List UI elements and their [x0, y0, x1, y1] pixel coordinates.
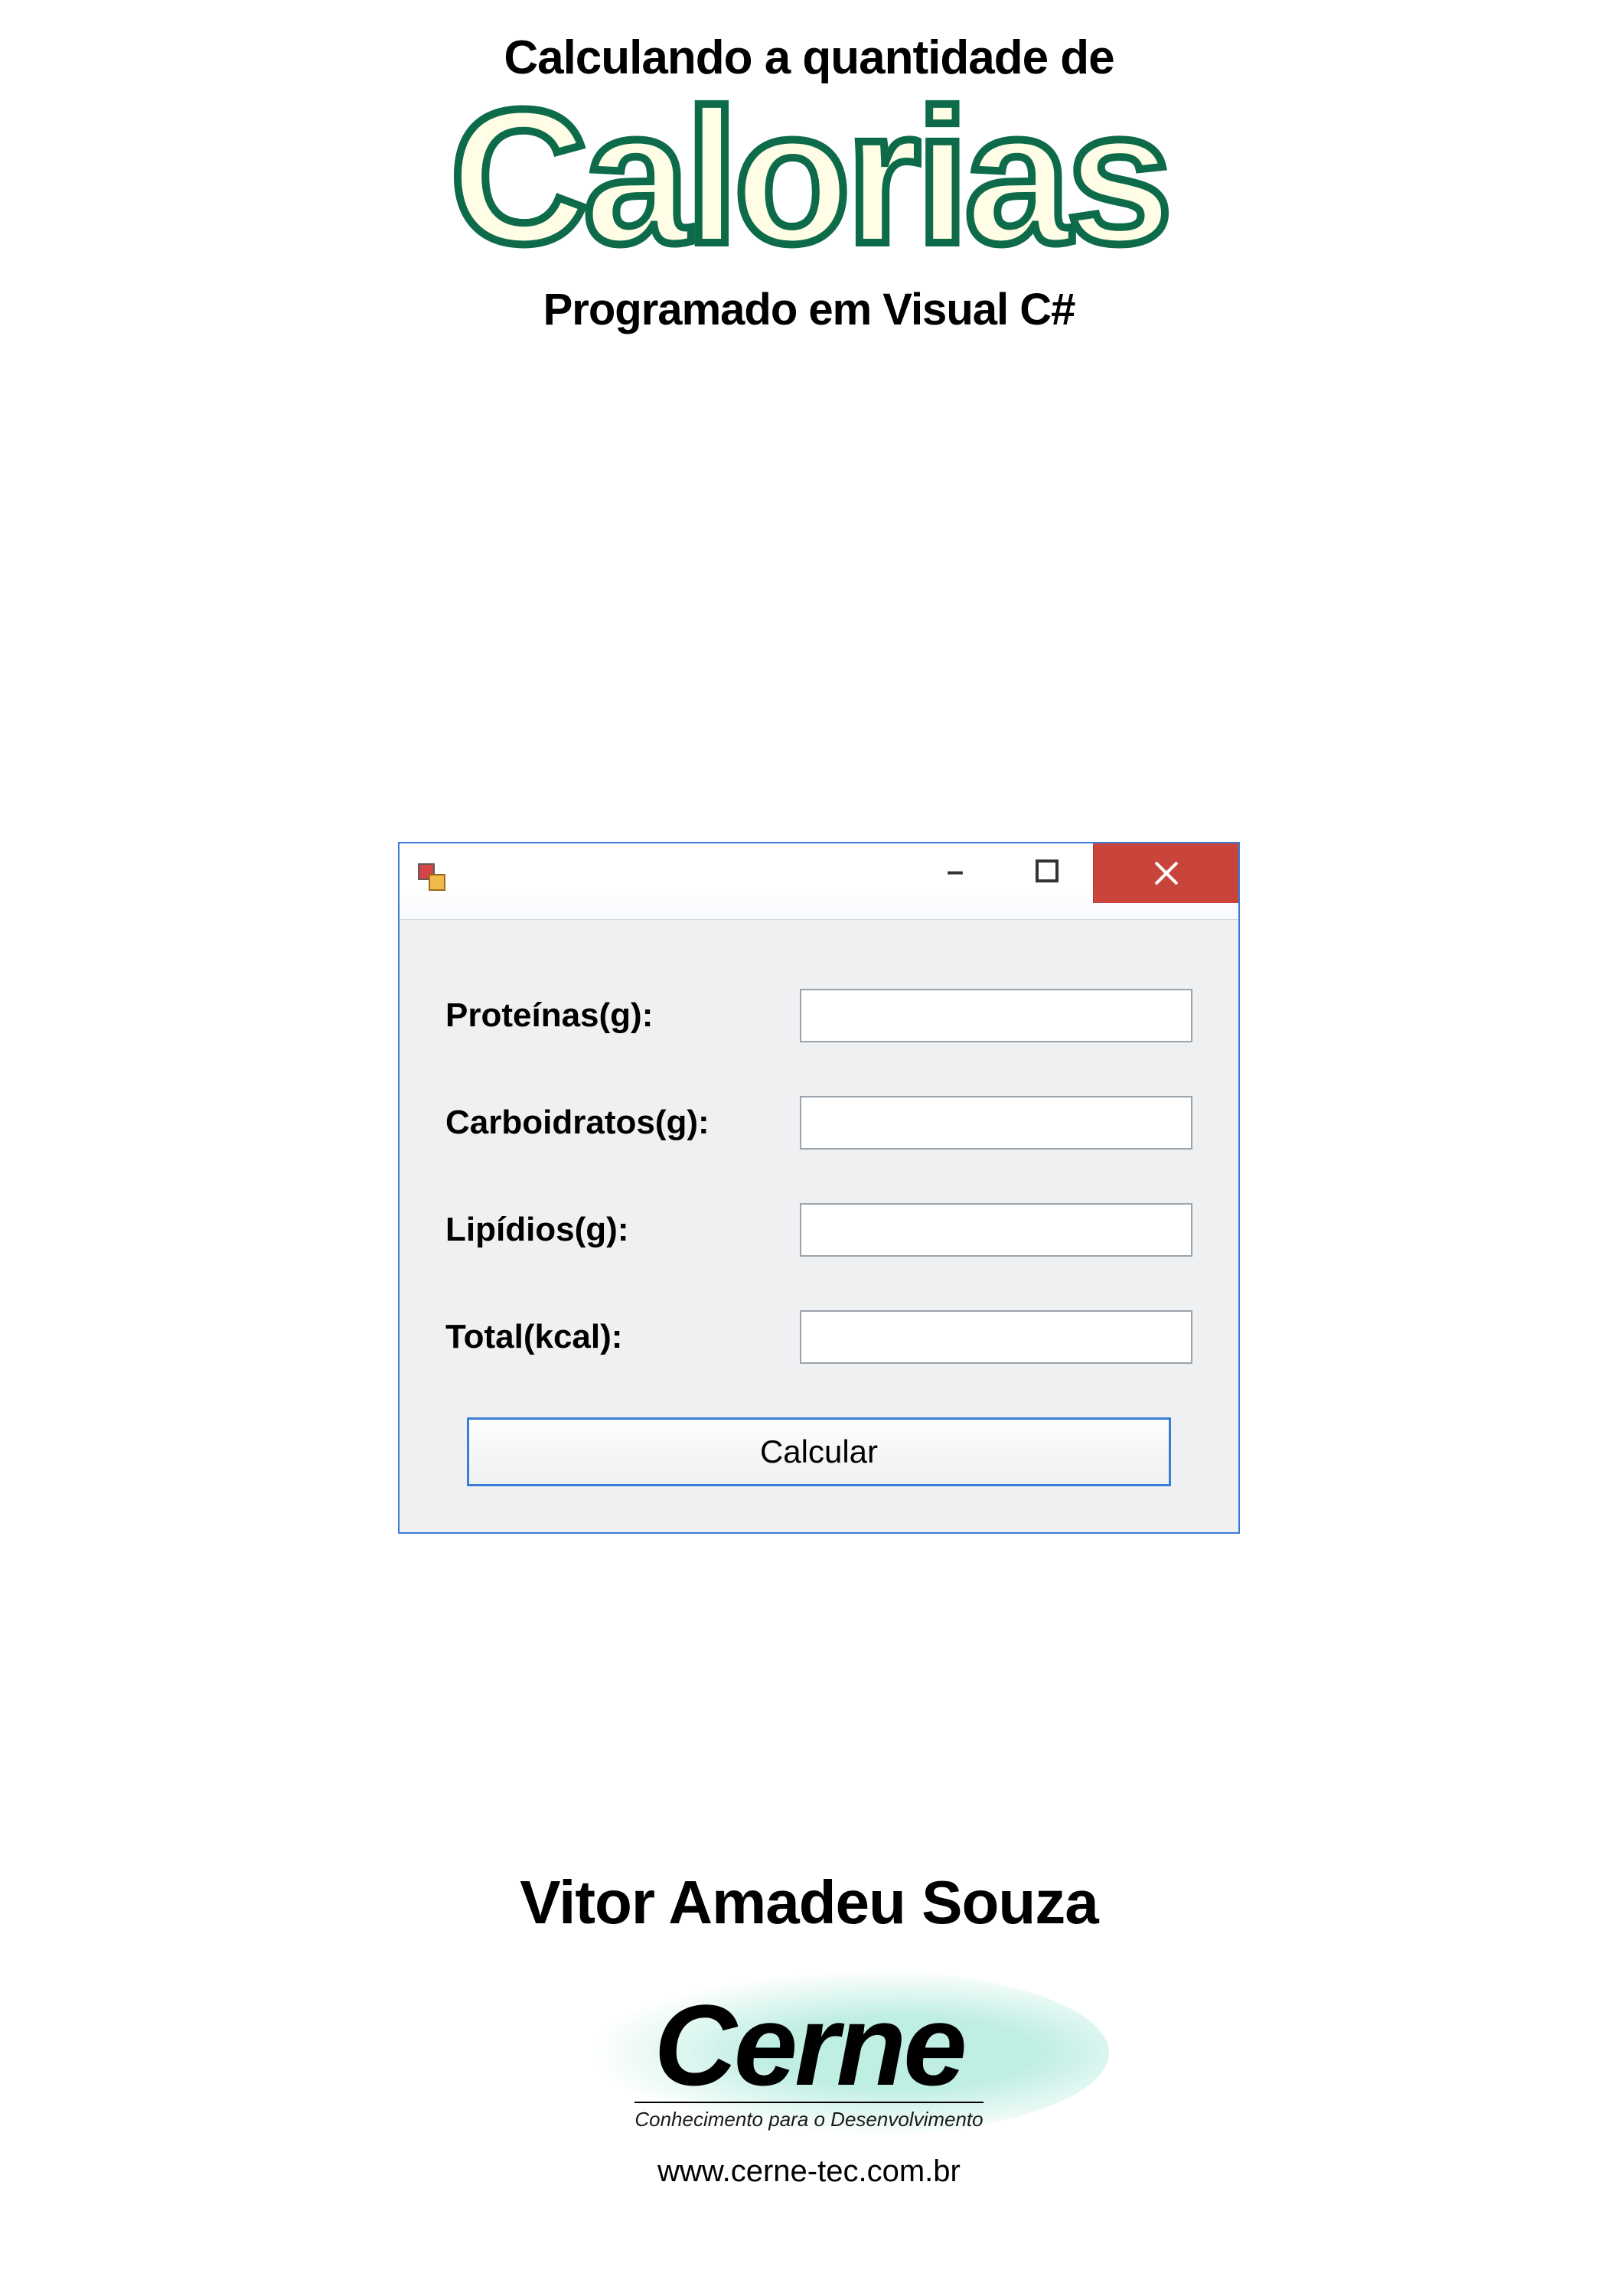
minimize-icon: – — [947, 854, 964, 889]
row-proteins: Proteínas(g): — [445, 989, 1192, 1042]
publisher-logo: Cerne Conhecimento para o Desenvolviment… — [634, 1991, 983, 2131]
cover-title: Calorias — [0, 77, 1618, 276]
publisher-url: www.cerne-tec.com.br — [0, 2154, 1618, 2189]
row-total: Total(kcal): — [445, 1310, 1192, 1364]
close-icon — [1151, 858, 1182, 889]
minimize-button[interactable]: – — [909, 843, 1001, 899]
maximize-button[interactable] — [1001, 843, 1093, 899]
label-total: Total(kcal): — [445, 1318, 800, 1356]
maximize-icon — [1036, 859, 1059, 882]
close-button[interactable] — [1093, 843, 1238, 903]
form-body: Proteínas(g): Carboidratos(g): Lipídios(… — [400, 920, 1238, 1532]
row-lipids: Lipídios(g): — [445, 1203, 1192, 1257]
calculate-button[interactable]: Calcular — [467, 1417, 1171, 1486]
cover-subtitle: Programado em Visual C# — [0, 284, 1618, 335]
label-proteins: Proteínas(g): — [445, 996, 800, 1035]
label-lipids: Lipídios(g): — [445, 1211, 800, 1249]
input-carbs[interactable] — [800, 1096, 1192, 1150]
logo-tagline: Conhecimento para o Desenvolvimento — [634, 2102, 983, 2131]
calories-form-window: – Proteínas(g): Carboidratos(g): Lipídio… — [398, 842, 1240, 1534]
author-name: Vitor Amadeu Souza — [0, 1867, 1618, 1938]
input-proteins[interactable] — [800, 989, 1192, 1042]
input-lipids[interactable] — [800, 1203, 1192, 1257]
winforms-app-icon — [418, 863, 455, 900]
input-total[interactable] — [800, 1310, 1192, 1364]
window-titlebar[interactable]: – — [400, 843, 1238, 920]
label-carbs: Carboidratos(g): — [445, 1104, 800, 1142]
cover-footer: Vitor Amadeu Souza Cerne Conhecimento pa… — [0, 1867, 1618, 2189]
window-controls: – — [909, 843, 1238, 919]
row-carbs: Carboidratos(g): — [445, 1096, 1192, 1150]
cover-header: Calculando a quantidade de Calorias Prog… — [0, 31, 1618, 335]
logo-text: Cerne — [634, 1991, 983, 2099]
